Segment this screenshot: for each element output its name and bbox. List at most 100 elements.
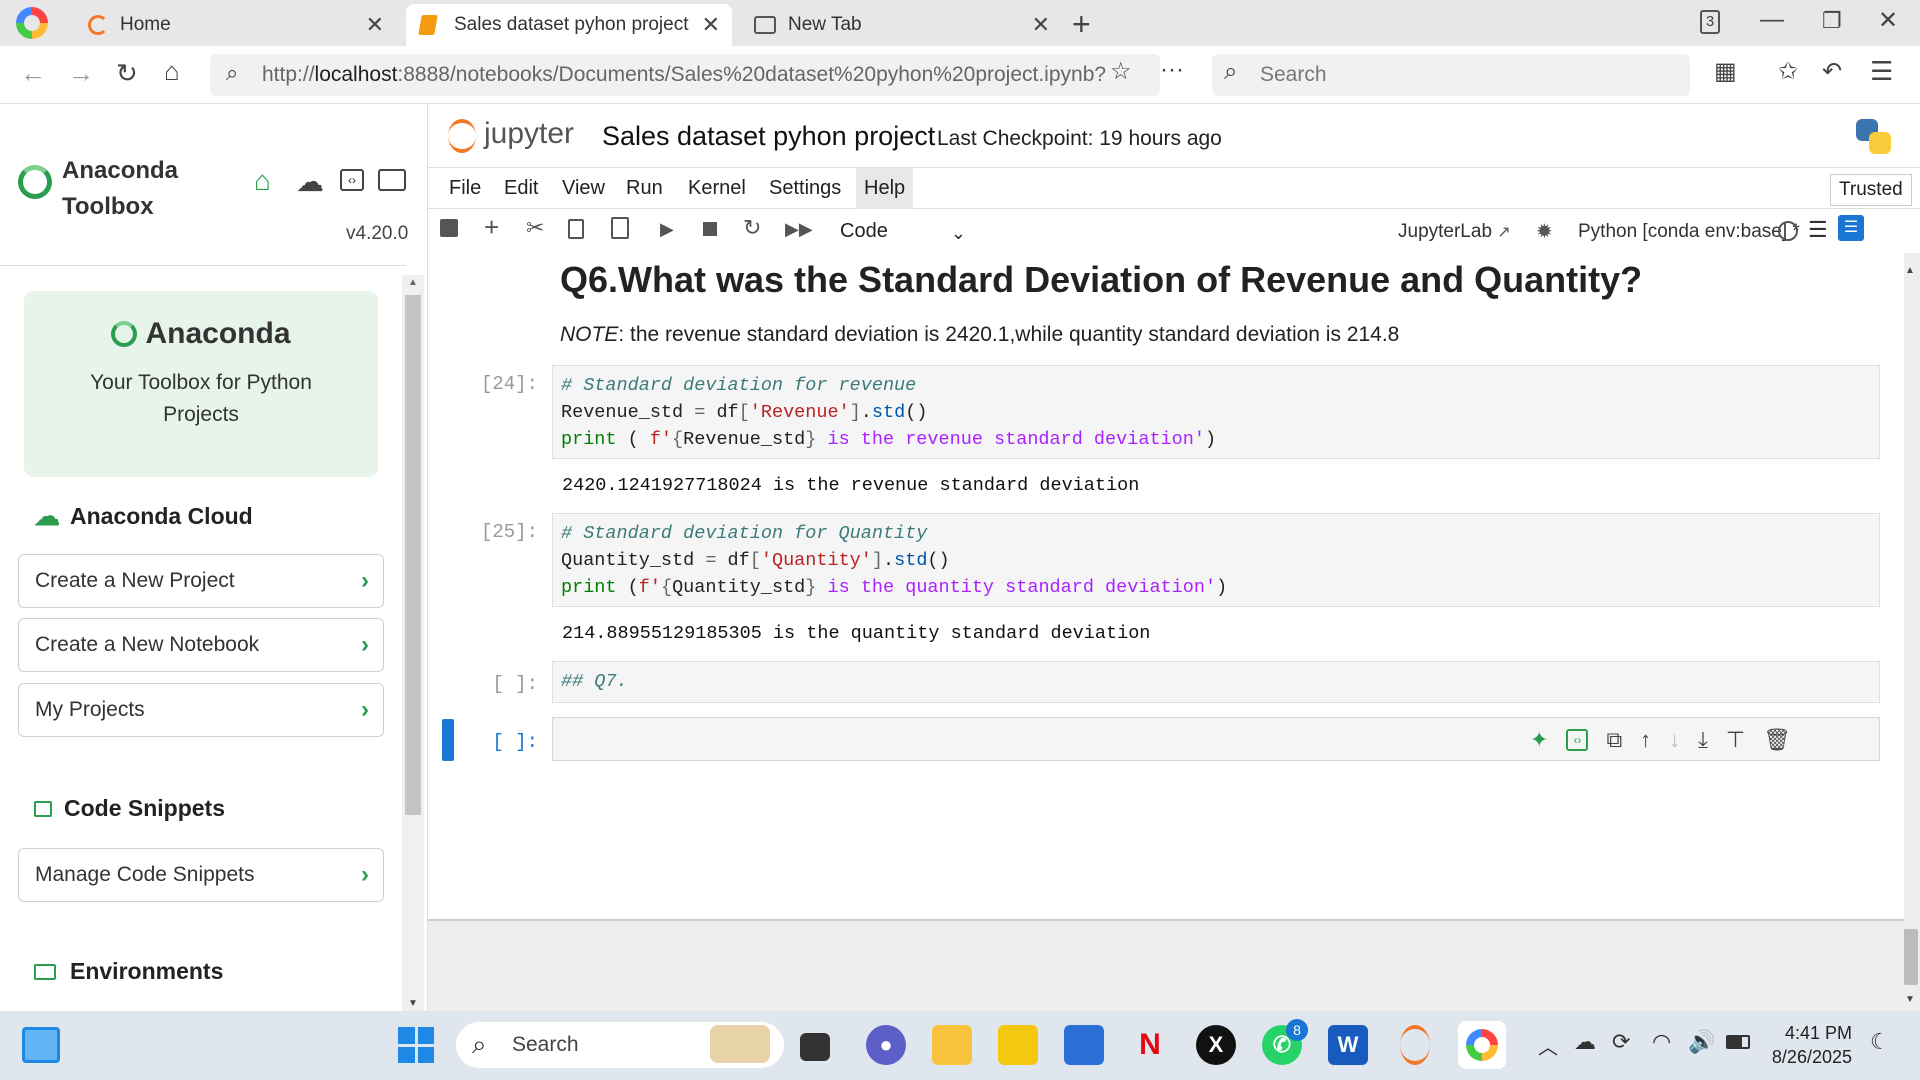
tab-count-badge[interactable]: 3 — [1700, 10, 1720, 34]
apps-grid-icon[interactable]: ▦ — [1714, 60, 1737, 84]
menu-run[interactable]: Run — [618, 168, 671, 209]
menu-view[interactable]: View — [554, 168, 613, 209]
wifi-icon[interactable]: ◠ — [1652, 1029, 1671, 1055]
notebook-scrollbar[interactable]: ▲ ▼ — [1900, 265, 1920, 1005]
code-snippet-icon[interactable]: ‹› — [1566, 729, 1589, 751]
menu-help[interactable]: Help — [856, 168, 914, 209]
restore-button[interactable]: ❐ — [1822, 8, 1842, 34]
onedrive-icon[interactable]: ☁ — [1574, 1029, 1596, 1055]
cloud-icon[interactable]: ☁ — [296, 165, 324, 198]
code-cell-revenue-std[interactable]: # Standard deviation for revenue Revenue… — [552, 365, 1880, 459]
paste-icon[interactable] — [611, 217, 629, 239]
sidebar-scrollbar[interactable]: ▲ ▼ — [402, 275, 424, 1011]
restart-icon[interactable]: ↻ — [743, 217, 761, 239]
start-button[interactable] — [398, 1027, 434, 1063]
cell-type-select[interactable]: Code ⌄ — [826, 215, 966, 247]
close-tab-icon[interactable]: ✕ — [702, 12, 720, 38]
widgets-icon[interactable] — [22, 1027, 60, 1063]
notebook-title[interactable]: Sales dataset pyhon project — [602, 121, 935, 152]
forward-icon[interactable]: → — [68, 60, 94, 86]
close-tab-icon[interactable]: ✕ — [1032, 12, 1050, 38]
scroll-down-arrow[interactable]: ▼ — [1905, 994, 1915, 1005]
scroll-up-arrow[interactable]: ▲ — [1905, 265, 1915, 276]
favorites-icon[interactable]: ✩ — [1778, 60, 1798, 84]
menu-kernel[interactable]: Kernel — [680, 168, 754, 209]
jupyter-logo-icon[interactable] — [448, 119, 476, 153]
markdown-note[interactable]: NOTE: the revenue standard deviation is … — [560, 323, 1399, 347]
sync-icon[interactable]: ⟳ — [1612, 1029, 1630, 1055]
hero-brand: Anaconda — [24, 317, 378, 351]
browser-search-box[interactable]: Search — [1212, 54, 1690, 96]
stop-icon[interactable] — [703, 222, 717, 236]
fast-forward-icon[interactable]: ▶▶ — [785, 220, 813, 238]
address-bar[interactable]: http://localhost:8888/notebooks/Document… — [210, 54, 1160, 96]
create-project-button[interactable]: Create a New Project › — [18, 554, 384, 608]
tab-sales-notebook[interactable]: Sales dataset pyhon project ✕ — [406, 4, 732, 46]
history-undo-icon[interactable]: ↶ — [1822, 60, 1842, 84]
environment-icon[interactable] — [378, 169, 406, 191]
minimize-button[interactable]: — — [1760, 6, 1784, 34]
volume-icon[interactable]: 🔊 — [1688, 1029, 1715, 1055]
run-icon[interactable]: ▶ — [660, 220, 674, 238]
battery-icon[interactable] — [1726, 1035, 1750, 1049]
notifications-icon[interactable]: ☾ — [1870, 1029, 1890, 1055]
close-tab-icon[interactable]: ✕ — [366, 12, 384, 38]
tab-new-tab[interactable]: New Tab ✕ — [740, 4, 1062, 46]
duplicate-cell-icon[interactable]: ⧉ — [1606, 727, 1622, 753]
word-icon[interactable]: W — [1328, 1025, 1368, 1065]
trusted-badge[interactable]: Trusted — [1830, 174, 1912, 206]
kernel-name[interactable]: Python [conda env:base] * — [1578, 221, 1800, 243]
x-app-icon[interactable]: X — [1196, 1025, 1236, 1065]
close-window-button[interactable]: ✕ — [1878, 6, 1898, 35]
insert-above-icon[interactable]: ⊤ — [1726, 727, 1745, 753]
my-projects-button[interactable]: My Projects › — [18, 683, 384, 737]
bookmark-star-icon[interactable]: ☆ — [1110, 60, 1132, 84]
back-icon[interactable]: ← — [20, 60, 46, 86]
browser-logo-icon[interactable] — [16, 7, 48, 39]
jupyter-app-icon[interactable] — [1400, 1025, 1430, 1065]
menu-icon[interactable]: ☰ — [1870, 58, 1893, 84]
jupyterlab-link[interactable]: JupyterLab ↗ — [1398, 221, 1511, 243]
browser-app-icon[interactable] — [1458, 1021, 1506, 1069]
scroll-thumb[interactable] — [405, 295, 421, 815]
more-dots-icon[interactable]: ··· — [1160, 58, 1184, 82]
menu-edit[interactable]: Edit — [496, 168, 546, 209]
home-icon[interactable]: ⌂ — [164, 58, 180, 84]
code-snippet-icon[interactable]: ‹› — [340, 169, 364, 191]
ai-sparkle-icon[interactable]: ✦ — [1530, 727, 1548, 753]
home-icon[interactable]: ⌂ — [254, 165, 271, 197]
insert-below-icon[interactable]: ⤓ — [1698, 727, 1708, 753]
move-down-icon[interactable]: ↓ — [1669, 727, 1680, 753]
code-cell-q7[interactable]: ## Q7. — [552, 661, 1880, 703]
markdown-heading-q6[interactable]: Q6.What was the Standard Deviation of Re… — [560, 259, 1642, 301]
menu-settings[interactable]: Settings — [761, 168, 849, 209]
copy-icon[interactable] — [568, 219, 584, 239]
jupyter-logo-text[interactable]: jupyter — [484, 117, 574, 151]
cut-icon[interactable]: ✂ — [526, 217, 544, 239]
show-hidden-icons[interactable]: ︿ — [1538, 1031, 1558, 1060]
code-cell-quantity-std[interactable]: # Standard deviation for Quantity Quanti… — [552, 513, 1880, 607]
property-inspector-icon[interactable]: ☰ — [1808, 217, 1828, 243]
menu-file[interactable]: File — [441, 168, 489, 209]
create-notebook-button[interactable]: Create a New Notebook › — [18, 618, 384, 672]
manage-snippets-button[interactable]: Manage Code Snippets › — [18, 848, 384, 902]
move-up-icon[interactable]: ↑ — [1640, 727, 1651, 753]
tab-home[interactable]: Home ✕ — [74, 4, 396, 46]
scroll-thumb[interactable] — [1904, 929, 1918, 985]
scroll-down-arrow[interactable]: ▼ — [408, 998, 418, 1009]
task-view-icon[interactable] — [800, 1033, 830, 1061]
reload-icon[interactable]: ↻ — [116, 60, 138, 86]
new-tab-button[interactable]: + — [1072, 6, 1091, 43]
scroll-up-arrow[interactable]: ▲ — [408, 277, 418, 288]
delete-cell-icon[interactable]: 🗑 — [1763, 727, 1791, 753]
chat-app-icon[interactable]: ● — [866, 1025, 906, 1065]
power-bi-icon[interactable] — [998, 1025, 1038, 1065]
netflix-icon[interactable]: N — [1130, 1025, 1170, 1065]
store-icon[interactable] — [1064, 1025, 1104, 1065]
file-explorer-icon[interactable] — [932, 1025, 972, 1065]
toc-panel-icon[interactable]: ☰ — [1838, 215, 1864, 241]
save-icon[interactable] — [440, 219, 458, 237]
clock[interactable]: 4:41 PM 8/26/2025 — [1768, 1021, 1852, 1069]
debugger-icon[interactable]: ✹ — [1536, 219, 1553, 244]
insert-cell-icon[interactable]: + — [484, 214, 499, 240]
